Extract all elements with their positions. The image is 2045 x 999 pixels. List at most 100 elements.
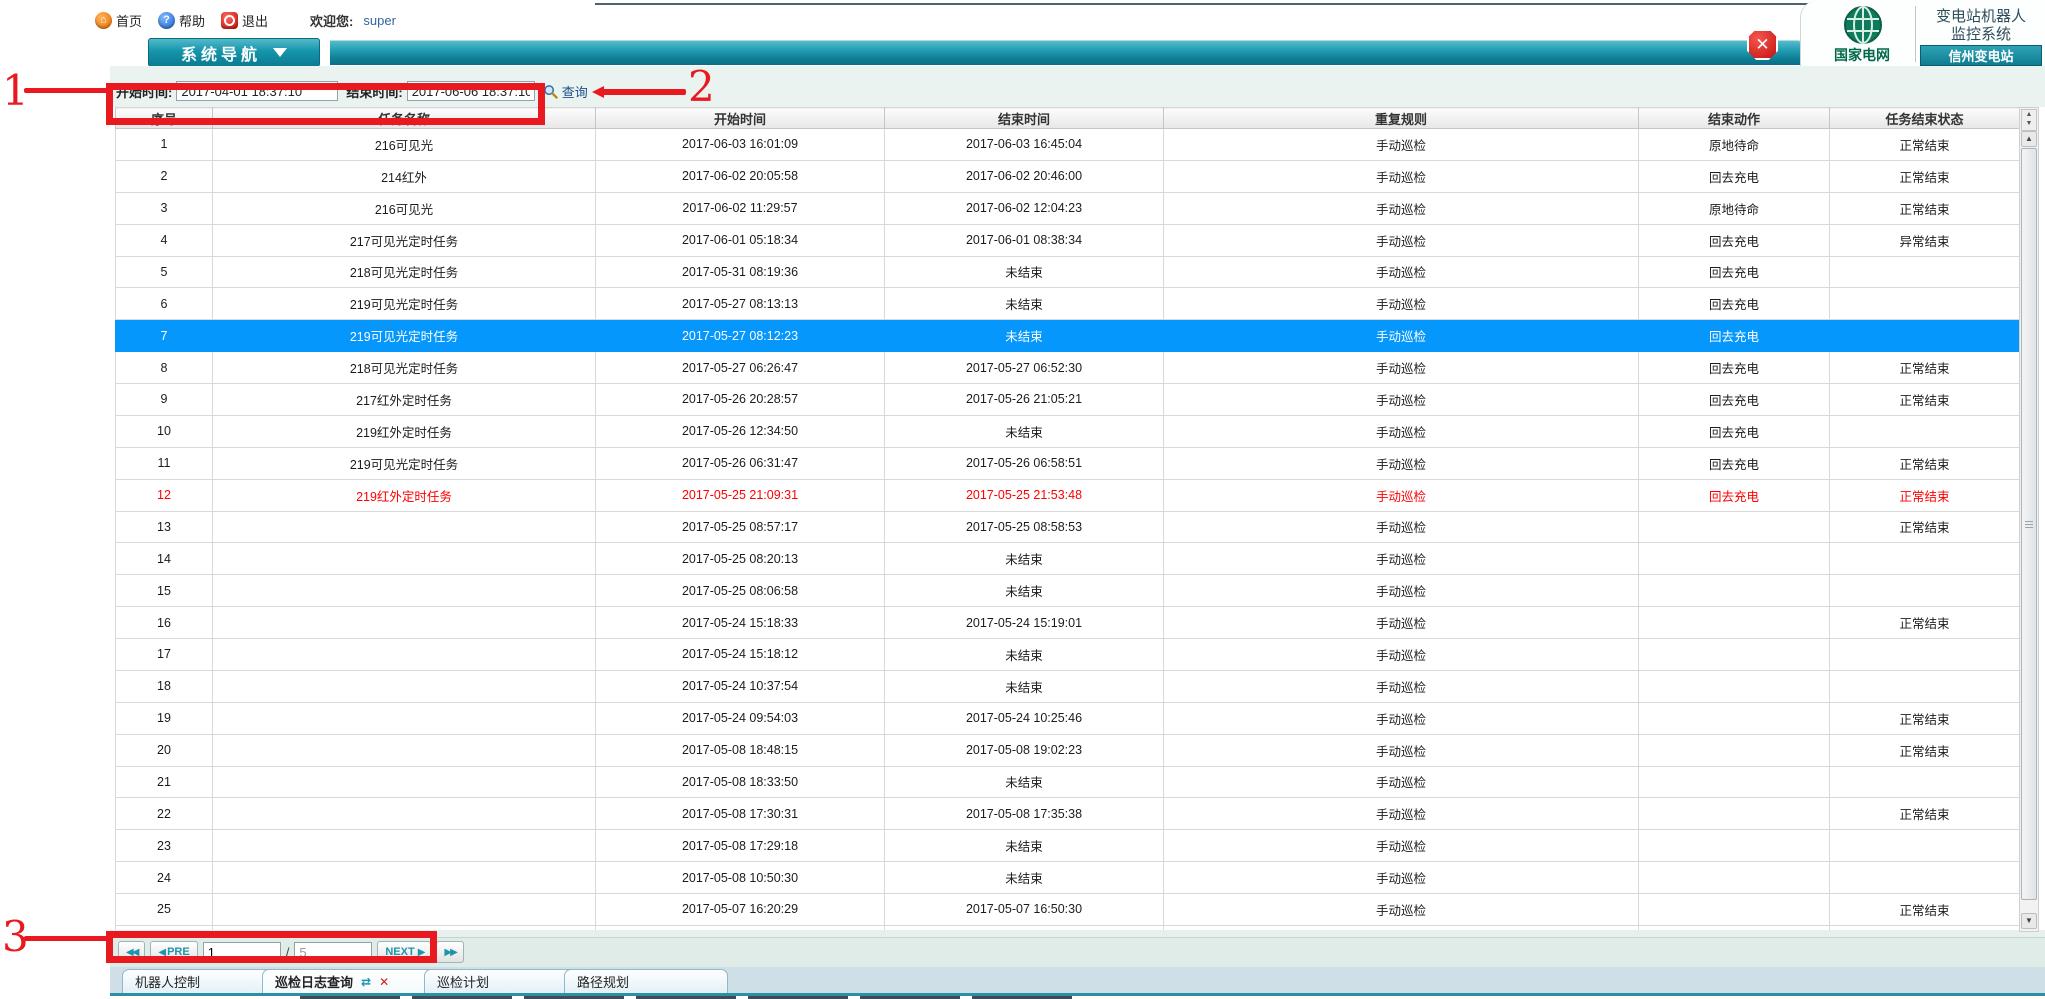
column-header-4[interactable]: 重复规则 [1164,108,1639,129]
cell-status [1830,256,2020,288]
top-menu-bar: ⌂ 首页 ? 帮助 退出 欢迎您: super [95,8,396,32]
table-row[interactable]: 10219红外定时任务2017-05-26 12:34:50未结束手动巡检回去充… [116,415,2020,447]
table-row[interactable]: 3216可见光2017-06-02 11:29:572017-06-02 12:… [116,192,2020,224]
cell-start: 2017-05-08 17:29:18 [596,830,885,862]
table-row[interactable]: 162017-05-24 15:18:332017-05-24 15:19:01… [116,607,2020,639]
cell-action [1639,894,1830,926]
cell-end: 未结束 [885,288,1164,320]
query-button[interactable]: 查询 [543,82,588,101]
annotation-arrow-2-tip [592,86,604,98]
table-row[interactable]: 242017-05-08 10:50:30未结束手动巡检 [116,862,2020,894]
cell-status [1830,543,2020,575]
bottom-teal-line [110,993,2045,996]
cell-end: 2017-06-02 12:04:23 [885,192,1164,224]
help-menu-item[interactable]: ? 帮助 [158,11,205,30]
scroll-down-icon[interactable]: ▼ [2021,913,2037,929]
table-row[interactable]: 192017-05-24 09:54:032017-05-24 10:25:46… [116,702,2020,734]
table-row[interactable]: 132017-05-25 08:57:172017-05-25 08:58:53… [116,511,2020,543]
scrollbar-thumb[interactable] [2021,148,2037,900]
system-nav-label: 系统导航 [181,41,261,65]
logout-label: 退出 [242,11,268,30]
cell-action [1639,543,1830,575]
cell-start: 2017-05-25 08:06:58 [596,575,885,607]
cell-start: 2017-05-08 18:33:50 [596,766,885,798]
table-row[interactable]: 152017-05-25 08:06:58未结束手动巡检 [116,575,2020,607]
cell-no: 16 [116,607,213,639]
cell-name: 219可见光定时任务 [213,447,596,479]
annotation-box-3 [106,931,437,963]
table-row[interactable]: 232017-05-08 17:29:18未结束手动巡检 [116,830,2020,862]
cell-no: 17 [116,639,213,671]
cell-name [213,511,596,543]
cell-rule: 手动巡检 [1164,543,1639,575]
table-row[interactable]: 1216可见光2017-06-03 16:01:092017-06-03 16:… [116,129,2020,161]
table-row[interactable]: 5218可见光定时任务2017-05-31 08:19:36未结束手动巡检回去充… [116,256,2020,288]
column-header-2[interactable]: 开始时间 [596,108,885,129]
cell-end: 2017-05-24 10:25:46 [885,702,1164,734]
table-row[interactable]: 11219可见光定时任务2017-05-26 06:31:472017-05-2… [116,447,2020,479]
table-row[interactable]: 7219可见光定时任务2017-05-27 08:12:23未结束手动巡检回去充… [116,320,2020,352]
table-row[interactable]: 6219可见光定时任务2017-05-27 08:13:13未结束手动巡检回去充… [116,288,2020,320]
cell-rule: 手动巡检 [1164,447,1639,479]
cell-no: 9 [116,384,213,416]
cell-no: 25 [116,894,213,926]
system-nav-menu[interactable]: 系统导航 [148,38,320,67]
table-row[interactable]: 222017-05-08 17:30:312017-05-08 17:35:38… [116,798,2020,830]
table-row[interactable]: 142017-05-25 08:20:13未结束手动巡检 [116,543,2020,575]
column-header-3[interactable]: 结束时间 [885,108,1164,129]
annotation-arrow-2 [602,89,686,95]
cell-status [1830,830,2020,862]
cell-action: 回去充电 [1639,256,1830,288]
cell-action: 回去充电 [1639,479,1830,511]
cell-name [213,639,596,671]
table-row[interactable]: 9217红外定时任务2017-05-26 20:28:572017-05-26 … [116,384,2020,416]
cell-rule: 手动巡检 [1164,288,1639,320]
power-icon [221,12,238,29]
cell-rule: 手动巡检 [1164,766,1639,798]
cell-name: 218可见光定时任务 [213,352,596,384]
scroll-spinner-icon[interactable]: ▲▼ [2021,109,2037,131]
tab-路径规划[interactable]: 路径规划 [564,969,728,993]
cell-rule: 手动巡检 [1164,415,1639,447]
cell-name: 217红外定时任务 [213,384,596,416]
last-page-button[interactable]: ▶▶ [436,941,463,963]
logout-menu-item[interactable]: 退出 [221,11,268,30]
close-icon[interactable]: ✕ [1747,29,1778,60]
table-row[interactable]: 182017-05-24 10:37:54未结束手动巡检 [116,670,2020,702]
tab-巡检日志查询[interactable]: 巡检日志查询 ⇄ ✕ [262,969,448,993]
table-row[interactable]: 202017-05-08 18:48:152017-05-08 19:02:23… [116,734,2020,766]
table-row[interactable]: 8218可见光定时任务2017-05-27 06:26:472017-05-27… [116,352,2020,384]
cell-rule: 手动巡检 [1164,670,1639,702]
cell-no: 1 [116,129,213,161]
table-row[interactable]: 2214红外2017-06-02 20:05:582017-06-02 20:4… [116,160,2020,192]
station-button[interactable]: 信州变电站 [1920,45,2042,66]
inspection-log-table: 序号任务名称开始时间结束时间重复规则结束动作任务结束状态 1216可见光2017… [115,107,2019,930]
table-row[interactable]: 4217可见光定时任务2017-06-01 05:18:342017-06-01… [116,224,2020,256]
cell-rule: 手动巡检 [1164,511,1639,543]
brand-divider [1915,6,1916,62]
cell-status: 正常结束 [1830,607,2020,639]
table-row[interactable]: 212017-05-08 18:33:50未结束手动巡检 [116,766,2020,798]
tab-refresh-icon[interactable]: ⇄ [361,975,371,989]
cell-rule: 手动巡检 [1164,129,1639,161]
column-header-6[interactable]: 任务结束状态 [1830,108,2020,129]
column-header-5[interactable]: 结束动作 [1639,108,1830,129]
tab-label: 路径规划 [577,972,629,991]
cell-end: 2017-06-01 08:38:34 [885,224,1164,256]
home-menu-item[interactable]: ⌂ 首页 [95,11,142,30]
cell-name: 219红外定时任务 [213,415,596,447]
cell-end: 未结束 [885,670,1164,702]
cell-name: 218可见光定时任务 [213,256,596,288]
scroll-up-icon[interactable]: ▲ [2021,131,2037,147]
table-row[interactable]: 12219红外定时任务2017-05-25 21:09:312017-05-25… [116,479,2020,511]
cell-name [213,894,596,926]
table-row[interactable]: 172017-05-24 15:18:12未结束手动巡检 [116,639,2020,671]
tab-label: 巡检日志查询 [275,972,353,991]
cell-no: 23 [116,830,213,862]
tab-close-icon[interactable]: ✕ [379,975,389,989]
cell-end: 未结束 [885,320,1164,352]
cell-action [1639,766,1830,798]
table-row[interactable]: 252017-05-07 16:20:292017-05-07 16:50:30… [116,894,2020,926]
cell-rule: 手动巡检 [1164,734,1639,766]
utility-name: 国家电网 [1812,45,1912,65]
